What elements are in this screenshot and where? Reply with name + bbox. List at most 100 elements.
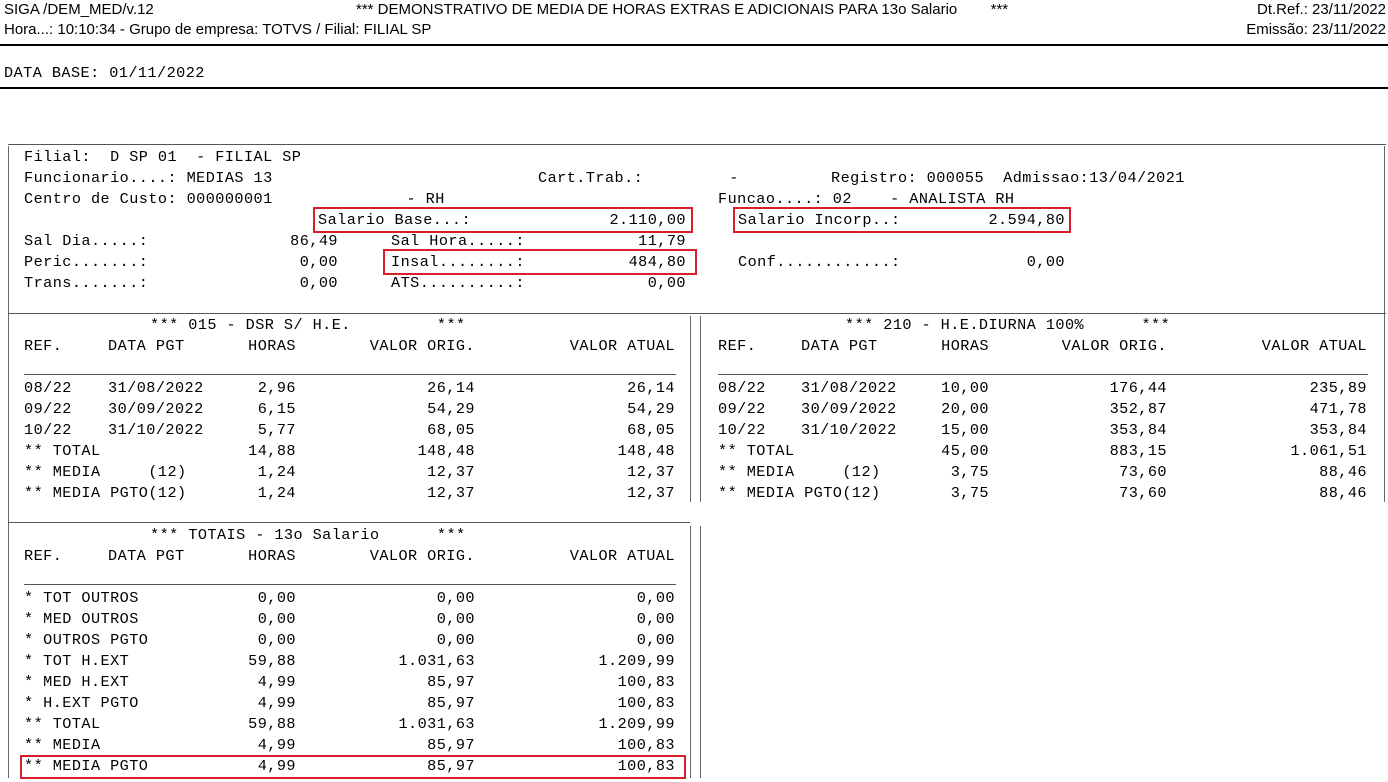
he-row-2-orig: 353,84 [1109, 421, 1167, 439]
dsr-row-3-atual: 148,48 [617, 442, 675, 460]
totais-row-1-orig: 0,00 [436, 610, 475, 628]
he-title: *** 210 - H.E.DIURNA 100% *** [845, 316, 1171, 334]
he-row-4-atual: 88,46 [1319, 463, 1367, 481]
totais-title: *** TOTAIS - 13o Salario *** [150, 526, 466, 544]
dsr-col-horas: HORAS [248, 337, 296, 355]
totais-row-0-atual: 0,00 [636, 589, 675, 607]
totais-row-7-ref: ** MEDIA [24, 736, 101, 754]
dsr-row-1-orig: 54,29 [427, 400, 475, 418]
totais-row-2-orig: 0,00 [436, 631, 475, 649]
totais-row-5-orig: 85,97 [427, 694, 475, 712]
he-row-0-horas: 10,00 [941, 379, 989, 397]
dsr-row-3-ref: ** TOTAL [24, 442, 101, 460]
section-separator-3 [690, 526, 691, 778]
he-row-5-ref: ** MEDIA PGTO(12) [718, 484, 881, 502]
dsr-row-3-orig: 148,48 [417, 442, 475, 460]
he-row-2-atual: 353,84 [1309, 421, 1367, 439]
totais-row-4-ref: * MED H.EXT [24, 673, 130, 691]
totais-row-3-horas: 59,88 [248, 652, 296, 670]
he-row-1-orig: 352,87 [1109, 400, 1167, 418]
totais-row-1-atual: 0,00 [636, 610, 675, 628]
totais-row-0-horas: 0,00 [257, 589, 296, 607]
dsr-row-0-ref: 08/22 [24, 379, 72, 397]
dsr-row-2-ref: 10/22 [24, 421, 72, 439]
he-col-data: DATA PGT [801, 337, 878, 355]
totais-row-0-orig: 0,00 [436, 589, 475, 607]
totais-row-7-horas: 4,99 [257, 736, 296, 754]
he-row-1-ref: 09/22 [718, 400, 766, 418]
header-divider [0, 44, 1388, 46]
he-row-3-horas: 45,00 [941, 442, 989, 460]
dsr-col-atual: VALOR ATUAL [569, 337, 675, 355]
ats-value: 0,00 [647, 274, 686, 292]
he-row-2-data: 31/10/2022 [801, 421, 897, 439]
dsr-row-2-data: 31/10/2022 [108, 421, 204, 439]
dsr-row-1-atual: 54,29 [627, 400, 675, 418]
he-col-ref: REF. [718, 337, 757, 355]
frame-left [8, 146, 9, 778]
dsr-row-2-orig: 68,05 [427, 421, 475, 439]
totais-row-6-atual: 1.209,99 [598, 715, 675, 733]
he-row-5-atual: 88,46 [1319, 484, 1367, 502]
dsr-row-2-horas: 5,77 [257, 421, 296, 439]
ats-label: ATS..........: [391, 274, 525, 292]
he-row-5-orig: 73,60 [1119, 484, 1167, 502]
he-row-3-orig: 883,15 [1109, 442, 1167, 460]
sal-dia-label: Sal Dia.....: [24, 232, 149, 250]
totais-row-5-horas: 4,99 [257, 694, 296, 712]
sal-dia-value: 86,49 [290, 232, 338, 250]
he-row-0-orig: 176,44 [1109, 379, 1167, 397]
dsr-row-4-atual: 12,37 [627, 463, 675, 481]
totais-row-3-orig: 1.031,63 [398, 652, 475, 670]
totais-header-rule [24, 584, 676, 585]
report-subtitle: Hora...: 10:10:34 - Grupo de empresa: TO… [4, 21, 432, 38]
dsr-row-1-horas: 6,15 [257, 400, 296, 418]
he-row-0-data: 31/08/2022 [801, 379, 897, 397]
dsr-row-0-horas: 2,96 [257, 379, 296, 397]
totais-row-2-horas: 0,00 [257, 631, 296, 649]
totais-row-5-ref: * H.EXT PGTO [24, 694, 139, 712]
totais-row-3-atual: 1.209,99 [598, 652, 675, 670]
he-row-1-data: 30/09/2022 [801, 400, 897, 418]
dsr-row-2-atual: 68,05 [627, 421, 675, 439]
highlight-salario-base [313, 207, 693, 233]
dsr-header-rule [24, 374, 676, 375]
dsr-row-5-ref: ** MEDIA PGTO(12) [24, 484, 187, 502]
peric-label: Peric.......: [24, 253, 149, 271]
highlight-insal [383, 249, 697, 275]
frame-top [8, 144, 1386, 145]
report-program-id: SIGA /DEM_MED/v.12 [4, 1, 154, 18]
he-row-3-ref: ** TOTAL [718, 442, 795, 460]
he-row-4-ref: ** MEDIA (12) [718, 463, 881, 481]
data-base: DATA BASE: 01/11/2022 [4, 64, 205, 82]
totais-col-ref: REF. [24, 547, 63, 565]
highlight-salario-incorp [733, 207, 1071, 233]
totais-row-6-orig: 1.031,63 [398, 715, 475, 733]
ref-date: Dt.Ref.: 23/11/2022 [1257, 1, 1386, 18]
dsr-col-orig: VALOR ORIG. [369, 337, 475, 355]
dsr-row-5-orig: 12,37 [427, 484, 475, 502]
dsr-row-4-horas: 1,24 [257, 463, 296, 481]
he-col-atual: VALOR ATUAL [1261, 337, 1367, 355]
he-row-1-atual: 471,78 [1309, 400, 1367, 418]
totais-row-7-atual: 100,83 [617, 736, 675, 754]
he-col-horas: HORAS [941, 337, 989, 355]
dsr-col-ref: REF. [24, 337, 63, 355]
he-row-4-orig: 73,60 [1119, 463, 1167, 481]
dsr-row-0-data: 31/08/2022 [108, 379, 204, 397]
totais-row-1-horas: 0,00 [257, 610, 296, 628]
totais-row-4-orig: 85,97 [427, 673, 475, 691]
emission-date: Emissão: 23/11/2022 [1246, 21, 1386, 38]
totais-row-4-atual: 100,83 [617, 673, 675, 691]
dsr-row-1-data: 30/09/2022 [108, 400, 204, 418]
dsr-row-5-horas: 1,24 [257, 484, 296, 502]
section-separator-2 [700, 316, 701, 502]
he-row-2-horas: 15,00 [941, 421, 989, 439]
totais-row-2-ref: * OUTROS PGTO [24, 631, 149, 649]
totais-col-data: DATA PGT [108, 547, 185, 565]
employee-divider [8, 313, 1386, 314]
dsr-row-4-ref: ** MEDIA (12) [24, 463, 187, 481]
totais-row-5-atual: 100,83 [617, 694, 675, 712]
data-base-divider [0, 87, 1388, 89]
totais-row-6-horas: 59,88 [248, 715, 296, 733]
